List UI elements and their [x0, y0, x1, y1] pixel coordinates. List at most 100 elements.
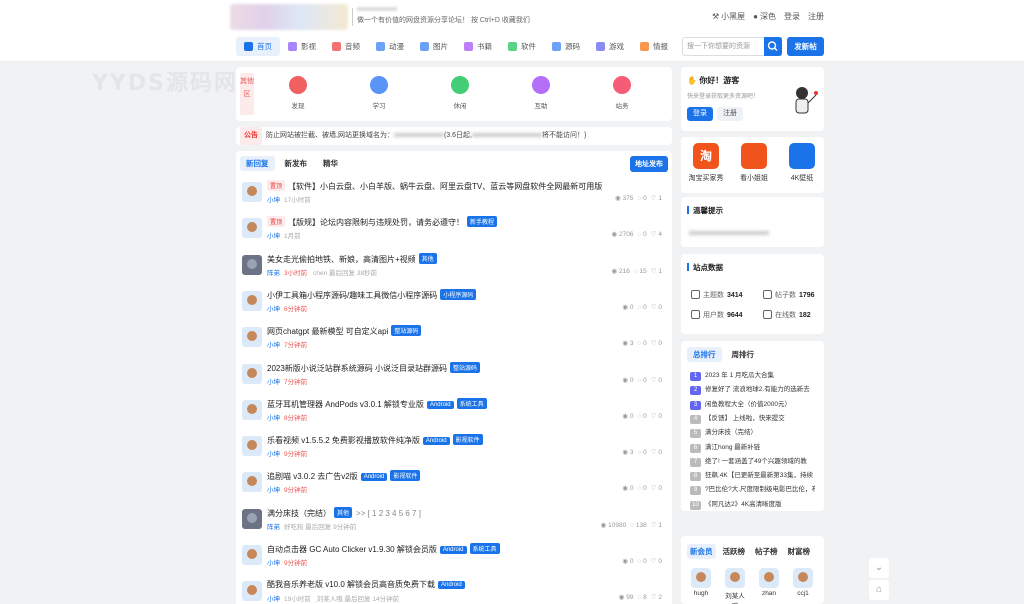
thread-row[interactable]: 网页chatgpt 最新模型 可自定义api 整站源码 小坤 7分钟前 ◉ 3 ◌ 0 ♡ …	[242, 323, 666, 357]
thread-tag[interactable]: 系统工具	[469, 543, 500, 554]
thread-row[interactable]: 蓝牙耳机管理器 AndPods v3.0.1 解锁专业版 Android 系统工具小…	[242, 396, 666, 430]
thread-tag[interactable]: 整站源码	[450, 361, 481, 373]
thread-tag[interactable]: 小程序源码	[440, 288, 477, 300]
category-other[interactable]: 其他区	[240, 73, 254, 115]
rank-item[interactable]: 3 闲鱼教程大全（价值2000元）	[690, 398, 815, 410]
avatar[interactable]	[242, 182, 262, 202]
thread-title[interactable]: 蓝牙耳机管理器 AndPods v3.0.1 解锁专业版 Android 系统工具	[267, 397, 487, 410]
nav-item-9[interactable]: 情报	[632, 37, 676, 56]
nav-item-3[interactable]: 动漫	[368, 37, 412, 56]
thread-row[interactable]: 追剧喵 v3.0.2 去广告v2版 Android 影视软件 小坤 9分钟前 ◉ 0 ◌ 0…	[242, 468, 666, 502]
nav-item-7[interactable]: 源码	[544, 37, 588, 56]
thread-author[interactable]: 小坤	[267, 342, 280, 349]
thread-row[interactable]: 酷我音乐养老版 v10.0 解锁会员高音质免费下载 Android 小坤 19小时前刘…	[242, 577, 666, 604]
thread-tag[interactable]: Android	[422, 437, 450, 446]
thread-author[interactable]: 阵弟	[267, 524, 280, 531]
avatar[interactable]	[242, 327, 262, 348]
app-item-1[interactable]: 看小姐姐	[734, 143, 774, 183]
thread-row[interactable]: 乐看视频 v1.5.5.2 免费影视播放软件纯净版 Android 影视软件 小坤 9分…	[242, 432, 666, 466]
nav-item-1[interactable]: 影视	[280, 37, 324, 56]
nav-item-5[interactable]: 书籍	[456, 37, 500, 56]
home-float-button[interactable]: ⌂	[869, 580, 889, 600]
thread-row[interactable]: 置顶 【版规】论坛内容限制与违规处罚，请务必遵守！ 新手教程 小坤 1月前 ◉ 2706 ◌…	[242, 214, 666, 248]
search-button[interactable]	[764, 37, 782, 56]
nav-item-2[interactable]: 音频	[324, 37, 368, 56]
thread-author[interactable]: 小坤	[267, 306, 280, 313]
dark-mode-toggle[interactable]: ● 深色	[753, 11, 776, 22]
tab-new-replies[interactable]: 新回复	[240, 156, 275, 171]
thread-tag[interactable]: Android	[360, 473, 388, 482]
thread-row[interactable]: 满分床技（完结） 其他 >> [ 1 2 3 4 5 6 7 ] 阵弟 好吃狗 最后回复…	[242, 505, 666, 539]
thread-author[interactable]: 小坤	[267, 451, 280, 458]
avatar[interactable]	[242, 399, 262, 420]
category-item-0[interactable]: 发现	[278, 76, 318, 110]
rank-item[interactable]: 7 绝了! 一套涵盖了49个兴趣领域的教	[690, 455, 815, 467]
member-item[interactable]: ccj1	[793, 568, 813, 597]
avatar[interactable]	[242, 218, 262, 239]
category-item-1[interactable]: 学习	[359, 76, 399, 110]
thread-author[interactable]: 小坤	[267, 596, 280, 603]
app-item-2[interactable]: 4K壁纸	[782, 143, 822, 183]
avatar[interactable]	[242, 581, 262, 602]
avatar[interactable]	[242, 290, 262, 311]
member-item[interactable]: 刘某人哦	[725, 568, 745, 604]
thread-author[interactable]: 小坤	[267, 415, 280, 422]
thread-pages[interactable]: >> [ 1 2 3 4 5 6 7 ]	[356, 509, 421, 518]
thread-row[interactable]: 2023新版小说泛站群系统源码 小说泛目录站群源码 整站源码 小坤 7分钟前 ◉ 0 ◌ …	[242, 360, 666, 394]
thread-tag[interactable]: Android	[438, 581, 465, 590]
thread-tag[interactable]: Android	[426, 400, 454, 409]
thread-tag[interactable]: 系统工具	[456, 397, 487, 409]
new-post-button[interactable]: 发新帖	[787, 37, 824, 56]
thread-title[interactable]: 美女走光偷拍地铁、新娘，高清图片+视频 其他	[267, 252, 437, 265]
thread-title[interactable]: 酷我音乐养老版 v10.0 解锁会员高音质免费下载 Android	[267, 579, 465, 590]
thread-tag[interactable]: 影视软件	[452, 434, 483, 446]
rank-item[interactable]: 6 满江hong 最新补链	[690, 441, 815, 453]
thread-title[interactable]: 小伊工具箱小程序源码/趣味工具微信小程序源码 小程序源码	[267, 288, 477, 301]
category-item-2[interactable]: 休闲	[440, 76, 480, 110]
thread-row[interactable]: 小伊工具箱小程序源码/趣味工具微信小程序源码 小程序源码 小坤 6分钟前 ◉ 0 ◌ 0 ♡…	[242, 287, 666, 321]
avatar[interactable]	[242, 363, 262, 384]
thread-author[interactable]: 小坤	[267, 197, 280, 204]
category-item-3[interactable]: 互助	[521, 76, 561, 110]
sidebar-register-button[interactable]: 注册	[717, 107, 743, 121]
app-item-0[interactable]: 淘淘宝买家秀	[686, 143, 726, 183]
rank-item[interactable]: 8 狂飙.4K【已更新至最新第33集，持续	[690, 469, 815, 482]
tab-new-members[interactable]: 新会员	[687, 544, 716, 559]
member-item[interactable]: zhan	[759, 568, 779, 597]
category-item-4[interactable]: 站务	[602, 76, 642, 110]
rank-item[interactable]: 2 修复好了 流浪地球2.有能力的选新去	[690, 383, 815, 396]
thread-author[interactable]: 阵弟	[267, 270, 280, 277]
address-publish-button[interactable]: 地址发布	[630, 156, 668, 172]
thread-tag[interactable]: 影视软件	[390, 470, 421, 482]
rank-item[interactable]: 4 【反馈】 上线啦，快来提交	[690, 412, 815, 424]
rank-item[interactable]: 10 《阿凡达2》4K高清晰度版	[690, 498, 815, 510]
member-item[interactable]: hugh	[691, 568, 711, 597]
thread-title[interactable]: 网页chatgpt 最新模型 可自定义api 整站源码	[267, 325, 422, 337]
thread-tag[interactable]: Android	[439, 546, 467, 554]
nav-item-0[interactable]: 首页	[236, 37, 280, 56]
login-link[interactable]: 登录	[784, 11, 800, 22]
scroll-down-button[interactable]: ⌄	[869, 558, 889, 578]
thread-tag[interactable]: 其他	[418, 252, 437, 264]
blackroom-link[interactable]: ⚒ 小黑屋	[712, 11, 745, 22]
thread-title[interactable]: 乐看视频 v1.5.5.2 免费影视播放软件纯净版 Android 影视软件	[267, 434, 483, 446]
avatar[interactable]	[242, 254, 262, 275]
nav-item-8[interactable]: 游戏	[588, 37, 632, 56]
thread-author[interactable]: 小坤	[267, 487, 280, 494]
thread-author[interactable]: 小坤	[267, 560, 280, 567]
tab-wealth-ranking[interactable]: 财富榜	[785, 544, 814, 559]
thread-author[interactable]: 小坤	[267, 233, 280, 240]
register-link[interactable]: 注册	[808, 11, 824, 22]
thread-author[interactable]: 小坤	[267, 379, 280, 386]
avatar[interactable]	[242, 472, 262, 493]
tab-featured[interactable]: 精华	[317, 156, 344, 171]
nav-item-6[interactable]: 软件	[500, 37, 544, 56]
thread-title[interactable]: 追剧喵 v3.0.2 去广告v2版 Android 影视软件	[267, 470, 421, 482]
rank-item[interactable]: 9 ?巴比伦?大.尺度限制级电影巴比伦，布	[690, 483, 815, 496]
thread-title[interactable]: 2023新版小说泛站群系统源码 小说泛目录站群源码 整站源码	[267, 361, 481, 374]
thread-row[interactable]: 自动点击器 GC Auto Clicker v1.9.30 解锁会员版 Andro…	[242, 541, 666, 575]
tab-active-members[interactable]: 活跃榜	[720, 544, 749, 559]
avatar[interactable]	[242, 436, 262, 457]
site-logo[interactable]	[230, 4, 348, 30]
thread-row[interactable]: 置顶 【软件】小白云盘、小白羊版、蜗牛云盘、阿里云盘TV、蓝云等网盘软件全网最新可…	[242, 178, 666, 212]
